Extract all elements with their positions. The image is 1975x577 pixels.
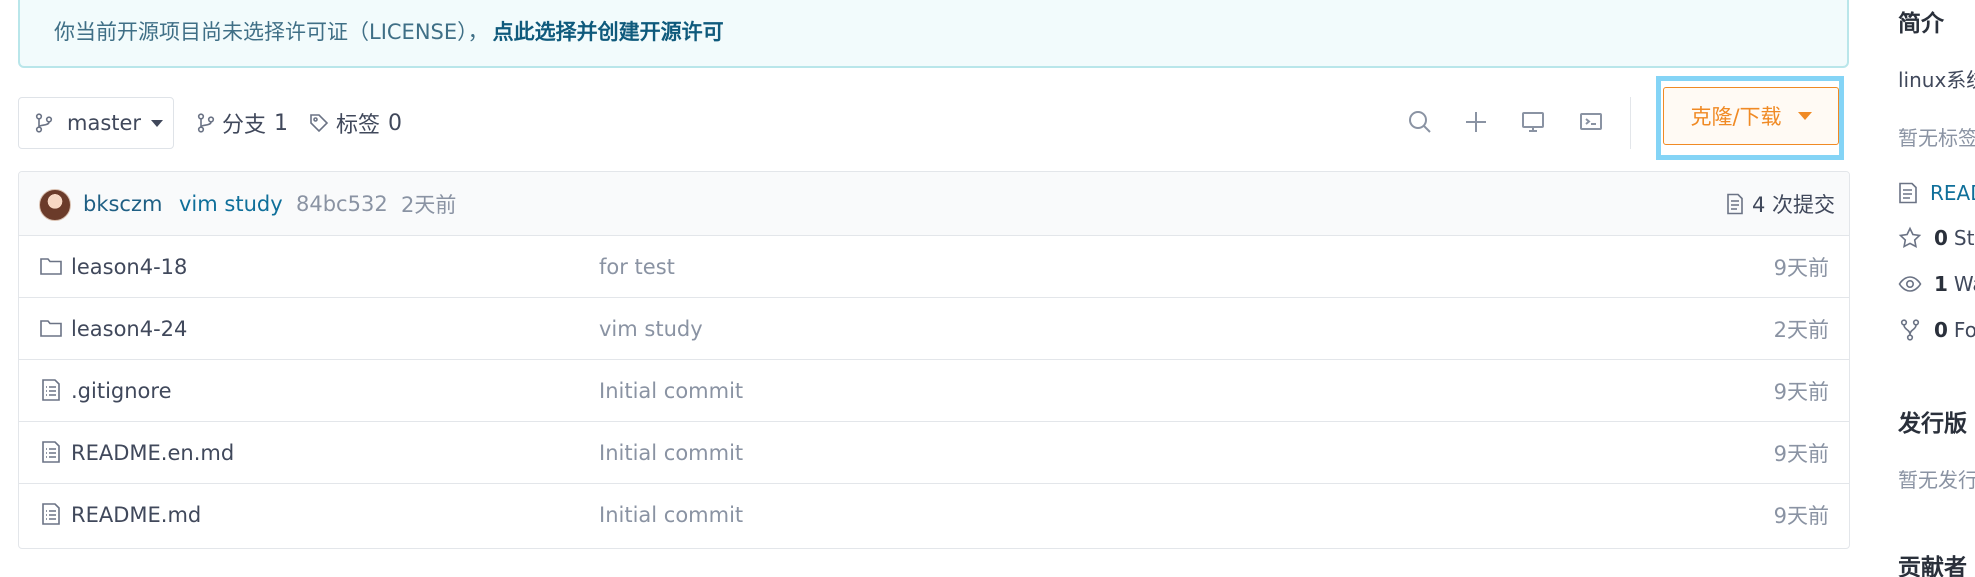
branch-name: master: [67, 111, 142, 135]
tags-label: 标签: [336, 113, 381, 138]
file-time: 9天前: [1773, 441, 1829, 466]
file-icon: [1899, 182, 1917, 204]
branch-select[interactable]: master: [18, 97, 174, 149]
file-name[interactable]: leason4-24: [71, 317, 187, 341]
no-release-text: 暂无发行版: [1898, 468, 1975, 492]
table-row[interactable]: README.en.md Initial commit 9天前: [19, 422, 1849, 484]
stars-label: Stars: [1953, 226, 1975, 250]
file-icon: [42, 379, 60, 401]
plus-icon: [1466, 112, 1486, 132]
repo-toolbar: master 分支 1 标签 0 克隆/下载: [18, 76, 1850, 160]
tags-count: 0: [388, 110, 403, 136]
forks-label: Forks: [1953, 318, 1975, 342]
no-tags-text: 暂无标签: [1898, 126, 1975, 150]
folder-icon: [40, 320, 62, 337]
file-time: 9天前: [1773, 379, 1829, 404]
fork-icon: [1900, 319, 1920, 341]
branch-icon: [197, 113, 215, 133]
star-icon: [1898, 226, 1922, 248]
file-name[interactable]: README.en.md: [71, 441, 234, 465]
clone-highlight-box: 克隆/下载: [1656, 76, 1844, 160]
webide-preview-button[interactable]: [1518, 107, 1548, 137]
file-commit-message[interactable]: for test: [599, 255, 675, 279]
latest-commit-row: bksczm vim study 84bc532 2天前 4 次提交: [19, 172, 1849, 236]
file-commit-message[interactable]: Initial commit: [599, 503, 743, 527]
file-commit-message[interactable]: Initial commit: [599, 379, 743, 403]
watch-count: 1: [1934, 272, 1948, 296]
commit-message[interactable]: vim study: [179, 192, 283, 216]
file-name[interactable]: README.md: [71, 503, 201, 527]
file-name[interactable]: .gitignore: [71, 379, 172, 403]
chevron-down-icon: [1797, 112, 1812, 120]
contributors-heading: 贡献者: [1898, 555, 1967, 577]
readme-label: README: [1930, 181, 1975, 205]
release-heading: 发行版: [1898, 411, 1967, 437]
new-file-button[interactable]: [1461, 107, 1491, 137]
avatar[interactable]: [39, 189, 71, 221]
commit-count-label: 4 次提交: [1751, 192, 1835, 217]
file-commit-message[interactable]: vim study: [599, 317, 703, 341]
file-name[interactable]: leason4-18: [71, 255, 187, 279]
repo-page: 你当前开源项目尚未选择许可证（LICENSE）， 点此选择并创建开源许可 mas…: [0, 0, 1975, 577]
file-table: bksczm vim study 84bc532 2天前 4 次提交 leaso…: [18, 171, 1850, 549]
search-button[interactable]: [1405, 107, 1435, 137]
watch-label: Watching: [1953, 272, 1975, 296]
table-row[interactable]: leason4-18 for test 9天前: [19, 236, 1849, 298]
table-row[interactable]: README.md Initial commit 9天前: [19, 484, 1849, 546]
license-banner: 你当前开源项目尚未选择许可证（LICENSE）， 点此选择并创建开源许可: [18, 0, 1849, 68]
file-icon: [42, 441, 60, 463]
tag-icon: [310, 114, 329, 133]
clone-download-button[interactable]: 克隆/下载: [1663, 87, 1839, 145]
file-time: 9天前: [1773, 255, 1829, 280]
readme-link[interactable]: README: [1898, 181, 1975, 205]
file-commit-message[interactable]: Initial commit: [599, 441, 743, 465]
forks-link[interactable]: 0 Forks: [1898, 318, 1975, 342]
branch-icon: [35, 113, 53, 133]
stars-link[interactable]: 0 Stars: [1898, 226, 1975, 250]
commit-author[interactable]: bksczm: [83, 192, 162, 216]
forks-count: 0: [1934, 318, 1948, 342]
eye-icon: [1898, 276, 1922, 292]
commit-time: 2天前: [401, 192, 457, 217]
intro-text: linux系统: [1898, 68, 1975, 92]
tags-link[interactable]: 标签 0: [308, 97, 402, 149]
stars-count: 0: [1934, 226, 1948, 250]
toolbar-divider: [1630, 97, 1631, 149]
monitor-icon: [1522, 112, 1544, 132]
web-ide-icon: [1580, 113, 1602, 130]
commits-link[interactable]: 4 次提交: [1726, 189, 1835, 219]
branches-count: 1: [274, 110, 289, 136]
folder-icon: [40, 258, 62, 275]
commit-hash[interactable]: 84bc532: [296, 192, 388, 216]
repo-sidebar: 简介 linux系统 暂无标签 README 0 Stars 1 Watchin…: [1880, 0, 1975, 577]
table-row[interactable]: leason4-24 vim study 2天前: [19, 298, 1849, 360]
file-icon: [42, 503, 60, 525]
clone-download-label: 克隆/下载: [1690, 105, 1782, 129]
branches-link[interactable]: 分支 1: [196, 97, 288, 149]
license-banner-text: 你当前开源项目尚未选择许可证（LICENSE），: [54, 20, 489, 44]
chevron-down-icon: [151, 119, 164, 127]
watch-link[interactable]: 1 Watching: [1898, 272, 1975, 296]
file-time: 9天前: [1773, 504, 1829, 528]
web-ide-button[interactable]: [1576, 107, 1606, 137]
table-row[interactable]: .gitignore Initial commit 9天前: [19, 360, 1849, 422]
file-time: 2天前: [1773, 317, 1829, 342]
branches-label: 分支: [222, 113, 267, 138]
commit-log-icon: [1727, 193, 1743, 214]
intro-heading: 简介: [1898, 11, 1944, 37]
search-icon: [1409, 111, 1431, 133]
create-license-link[interactable]: 点此选择并创建开源许可: [493, 16, 724, 46]
